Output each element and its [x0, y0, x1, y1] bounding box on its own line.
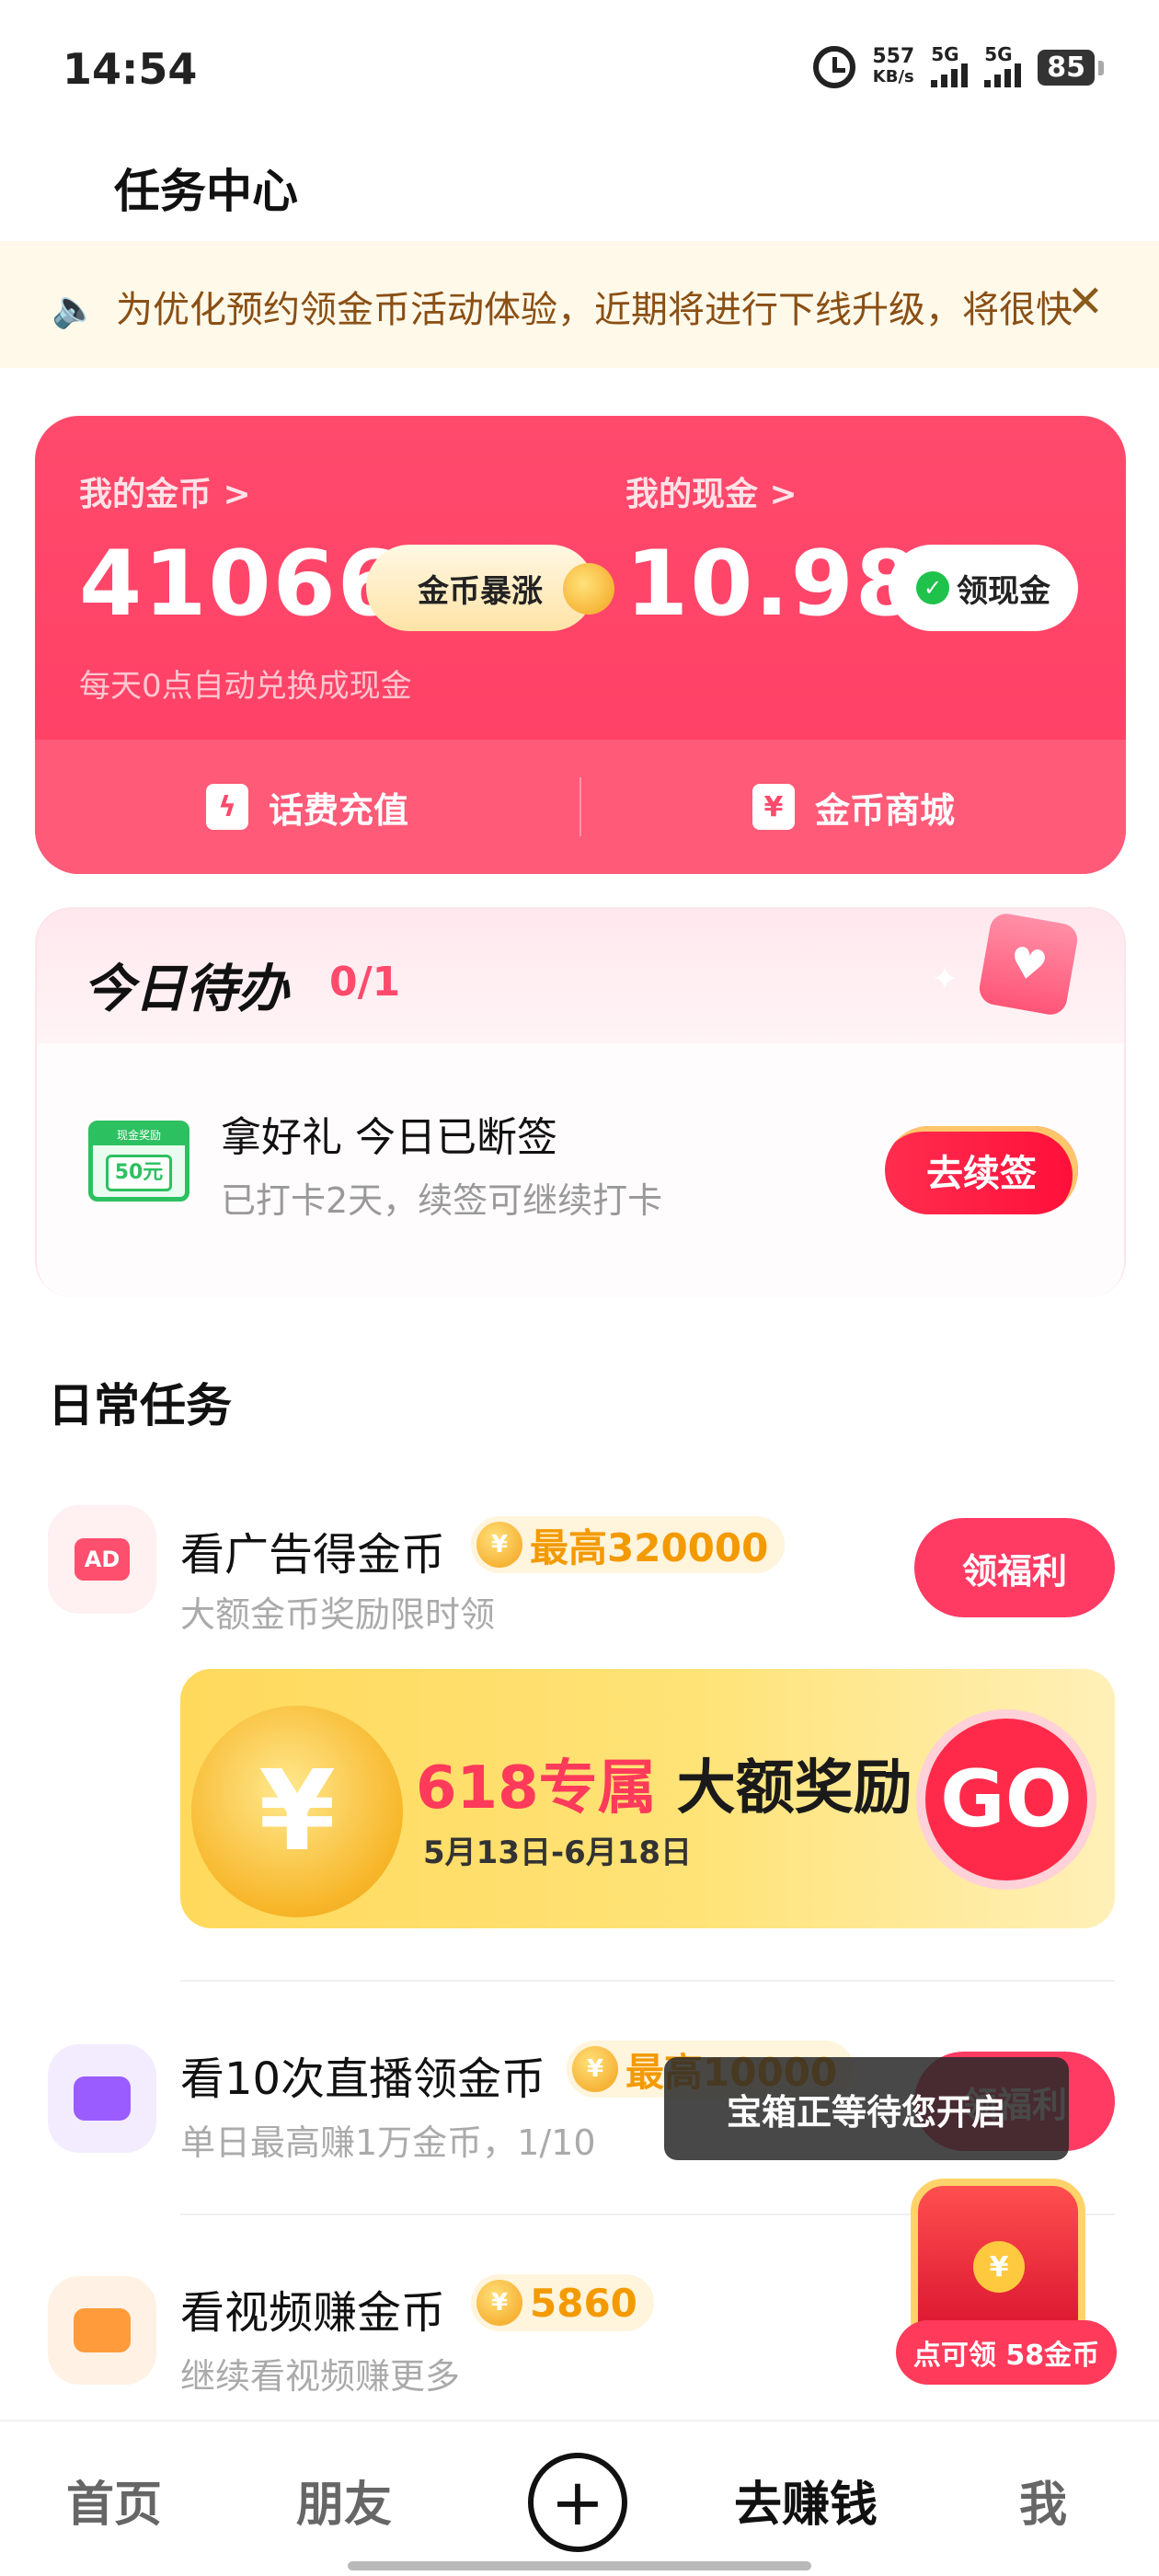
- task-name: 看10次直播领金币: [180, 2053, 546, 2105]
- battery-icon: 85: [1038, 49, 1104, 86]
- coin-mall-button[interactable]: ¥ 金币商城: [581, 782, 1126, 833]
- exchange-hint: 每天0点自动兑换成现金: [79, 668, 412, 705]
- ad-icon: AD: [75, 1538, 130, 1581]
- todo-item: 现金奖励 50元 拿好礼 今日已断签 已打卡2天，续签可继续打卡 去续签: [37, 1043, 1124, 1297]
- my-coins-link[interactable]: 我的金币 >: [79, 467, 251, 515]
- wallet-actions: ϟ 话费充值 ¥ 金币商城: [35, 740, 1126, 874]
- status-icons: 557 KB/s 5G 5G 85: [813, 43, 1104, 88]
- cash-value: 10.98: [625, 532, 920, 637]
- banner-dates: 5月13日-6月18日: [423, 1834, 693, 1871]
- task-subtitle: 大额金币奖励限时领: [180, 1594, 496, 1635]
- notice-text: 为优化预约领金币活动体验，近期将进行下线升级，将很快: [116, 289, 1073, 331]
- speed-unit: KB/s: [872, 67, 914, 86]
- page-title: 任务中心: [114, 165, 298, 218]
- alarm-icon: [813, 46, 856, 88]
- speed-value: 557: [872, 45, 915, 68]
- speaker-icon: 🔈: [52, 288, 98, 330]
- chest-lock-icon: ¥: [973, 2241, 1025, 2293]
- today-todo-card: 今日待办 0/1 ✦ ♥ 现金奖励 50元 拿好礼 今日已断签 已打卡2天，续签…: [35, 907, 1126, 1297]
- task-reward: ¥ 5860: [471, 2274, 654, 2331]
- bottom-nav: 首页 朋友 + 去赚钱 我: [0, 2420, 1159, 2576]
- coin-icon: ¥: [572, 2046, 618, 2092]
- home-indicator[interactable]: [348, 2561, 811, 2570]
- go-button[interactable]: GO: [916, 1709, 1096, 1890]
- divider: [180, 1980, 1115, 1982]
- treasure-tooltip: 宝箱正等待您开启: [664, 2057, 1069, 2160]
- todo-item-title: 拿好礼 今日已断签: [221, 1114, 557, 1161]
- video-icon: [74, 2308, 131, 2352]
- claim-benefit-button[interactable]: 领福利: [914, 1518, 1115, 1617]
- close-icon[interactable]: ✕: [1067, 276, 1104, 328]
- coin-icon: ¥: [476, 1522, 522, 1568]
- calendar-heart-icon: ♥: [977, 911, 1080, 1018]
- plus-icon[interactable]: +: [528, 2453, 627, 2552]
- withdraw-cash-button[interactable]: ✓ 领现金: [889, 545, 1078, 631]
- nav-me[interactable]: 我: [1019, 2466, 1067, 2535]
- treasure-chest-icon[interactable]: ¥: [911, 2179, 1085, 2344]
- signal-icon-2: 5G: [984, 43, 1022, 87]
- status-bar: 14:54 557 KB/s 5G 5G 85: [0, 0, 1159, 138]
- task-video-iconbox: [48, 2276, 156, 2385]
- nav-friends[interactable]: 朋友: [296, 2466, 392, 2535]
- wechat-check-icon: ✓: [916, 571, 949, 604]
- phone-recharge-label: 话费充值: [268, 789, 408, 831]
- lightning-icon: ϟ: [205, 784, 248, 830]
- ticket-top-label: 现金奖励: [93, 1125, 185, 1145]
- todo-item-subtitle: 已打卡2天，续签可继续打卡: [221, 1180, 663, 1221]
- nav-earn[interactable]: 去赚钱: [734, 2466, 878, 2535]
- cash-reward-ticket-icon: 现金奖励 50元: [88, 1121, 189, 1202]
- ticket-value: 50元: [106, 1155, 172, 1191]
- yen-coin-icon: ¥: [191, 1706, 403, 1917]
- promo-618-banner[interactable]: ¥ 618专属 大额奖励 5月13日-6月18日 GO: [180, 1669, 1115, 1928]
- network-type-2: 5G: [984, 43, 1013, 65]
- banner-red-text: 618专属: [416, 1754, 657, 1823]
- notice-bar[interactable]: 🔈 为优化预约领金币活动体验，近期将进行下线升级，将很快 ✕: [0, 241, 1159, 368]
- banner-headline: 618专属 大额奖励: [416, 1741, 912, 1825]
- banner-black-text: 大额奖励: [676, 1754, 912, 1823]
- task-reward-value: 最高320000: [530, 1524, 769, 1570]
- coins-value: 41066: [79, 532, 402, 637]
- task-subtitle: 继续看视频赚更多: [180, 2356, 461, 2397]
- network-type: 5G: [931, 43, 959, 65]
- yen-ticket-icon: ¥: [752, 784, 795, 830]
- status-time: 14:54: [63, 44, 198, 94]
- task-reward: ¥ 最高320000: [471, 1516, 786, 1573]
- task-subtitle: 单日最高赚1万金币，1/10: [180, 2122, 596, 2163]
- wallet-card: 我的金币 > 41066 金币暴涨 我的现金 > 10.98 ✓ 领现金 每天0…: [35, 416, 1126, 874]
- task-name: 看广告得金币: [180, 1529, 446, 1581]
- phone-recharge-button[interactable]: ϟ 话费充值: [35, 782, 580, 833]
- network-speed: 557 KB/s: [872, 47, 914, 87]
- coin-mall-label: 金币商城: [814, 789, 955, 831]
- coin-icon: ¥: [476, 2280, 522, 2326]
- sparkle-icon: ✦: [931, 960, 959, 998]
- resume-checkin-button[interactable]: 去续签: [885, 1126, 1078, 1214]
- signal-icon: 5G: [931, 43, 969, 87]
- daily-tasks-title: 日常任务: [48, 1379, 232, 1432]
- task-ad-iconbox: AD: [48, 1505, 156, 1614]
- todo-count: 0/1: [329, 959, 401, 1006]
- chest-claim-button[interactable]: 点可领 58金币: [896, 2320, 1117, 2385]
- nav-home[interactable]: 首页: [66, 2466, 162, 2535]
- coin-pile-icon: [563, 563, 614, 615]
- coin-boost-label: 金币暴涨: [418, 572, 543, 610]
- task-name: 看视频赚金币: [180, 2287, 446, 2339]
- coin-boost-button[interactable]: 金币暴涨: [366, 545, 614, 631]
- video-camera-icon: [74, 2076, 131, 2121]
- withdraw-label: 领现金: [957, 572, 1050, 610]
- todo-title: 今日待办: [83, 960, 289, 1019]
- task-live-iconbox: [48, 2044, 156, 2153]
- task-reward-value: 5860: [530, 2280, 637, 2326]
- my-cash-link[interactable]: 我的现金 >: [625, 467, 798, 515]
